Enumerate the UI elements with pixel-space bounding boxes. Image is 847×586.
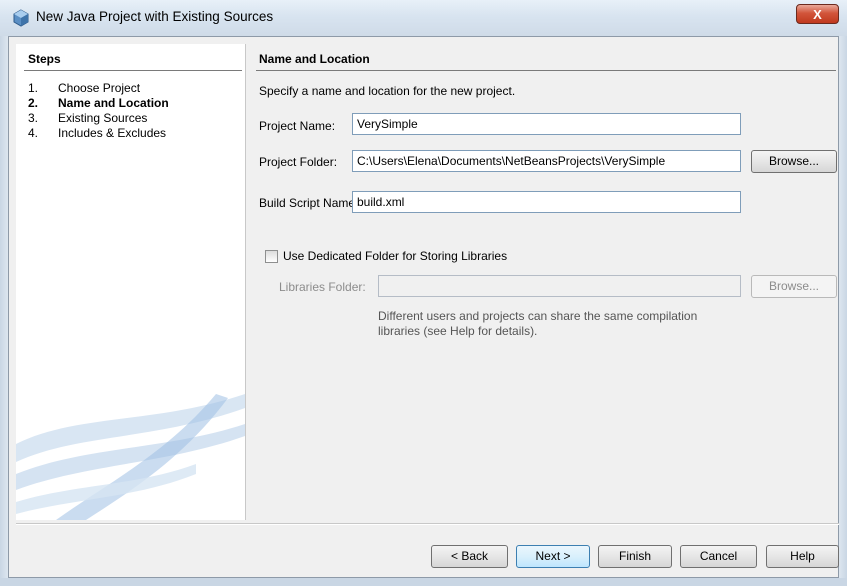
- section-divider: [256, 70, 836, 71]
- step-number: 3.: [28, 111, 39, 125]
- libraries-folder-label: Libraries Folder:: [279, 280, 366, 294]
- window-frame-left: [0, 36, 8, 586]
- dedicated-folder-label[interactable]: Use Dedicated Folder for Storing Librari…: [283, 249, 507, 263]
- build-script-name-label: Build Script Name:: [259, 196, 359, 210]
- step-label: Includes & Excludes: [58, 126, 167, 140]
- section-title: Name and Location: [259, 52, 370, 66]
- step-choose-project: 1. Choose Project: [28, 81, 140, 95]
- step-label: Name and Location: [58, 96, 169, 110]
- step-number: 1.: [28, 81, 39, 95]
- step-label: Existing Sources: [58, 111, 148, 125]
- dedicated-folder-checkbox[interactable]: [265, 250, 278, 263]
- cancel-button[interactable]: Cancel: [680, 545, 757, 568]
- netbeans-watermark-graphic: [16, 394, 245, 520]
- libraries-folder-input[interactable]: [378, 275, 741, 297]
- libraries-hint-text: Different users and projects can share t…: [378, 309, 698, 338]
- project-folder-input[interactable]: [352, 150, 741, 172]
- steps-panel: Steps 1. Choose Project 2. Name and Locati…: [16, 44, 246, 520]
- next-button[interactable]: Next >: [516, 545, 590, 568]
- main-panel: Name and Location Specify a name and loc…: [246, 44, 846, 520]
- window-frame-bottom: [0, 578, 847, 586]
- footer-divider-highlight: [16, 524, 839, 525]
- finish-button[interactable]: Finish: [598, 545, 672, 568]
- project-name-input[interactable]: [352, 113, 741, 135]
- help-button[interactable]: Help: [766, 545, 839, 568]
- browse-libraries-folder-button[interactable]: Browse...: [751, 275, 837, 298]
- close-button[interactable]: X: [796, 4, 839, 24]
- build-script-name-input[interactable]: [352, 191, 741, 213]
- step-includes-excludes: 4. Includes & Excludes: [28, 126, 166, 140]
- browse-project-folder-button[interactable]: Browse...: [751, 150, 837, 173]
- steps-title: Steps: [28, 52, 61, 66]
- netbeans-cube-icon: [13, 9, 29, 27]
- title-bar[interactable]: New Java Project with Existing Sources X: [0, 0, 847, 36]
- back-button[interactable]: < Back: [431, 545, 508, 568]
- step-label: Choose Project: [58, 81, 141, 95]
- step-name-and-location: 2. Name and Location: [28, 96, 169, 110]
- project-name-label: Project Name:: [259, 119, 336, 133]
- project-folder-label: Project Folder:: [259, 155, 338, 169]
- window-title: New Java Project with Existing Sources: [36, 9, 274, 24]
- section-description: Specify a name and location for the new …: [259, 84, 516, 98]
- step-number: 4.: [28, 126, 39, 140]
- step-number: 2.: [28, 96, 39, 110]
- step-existing-sources: 3. Existing Sources: [28, 111, 147, 125]
- steps-divider: [24, 70, 242, 71]
